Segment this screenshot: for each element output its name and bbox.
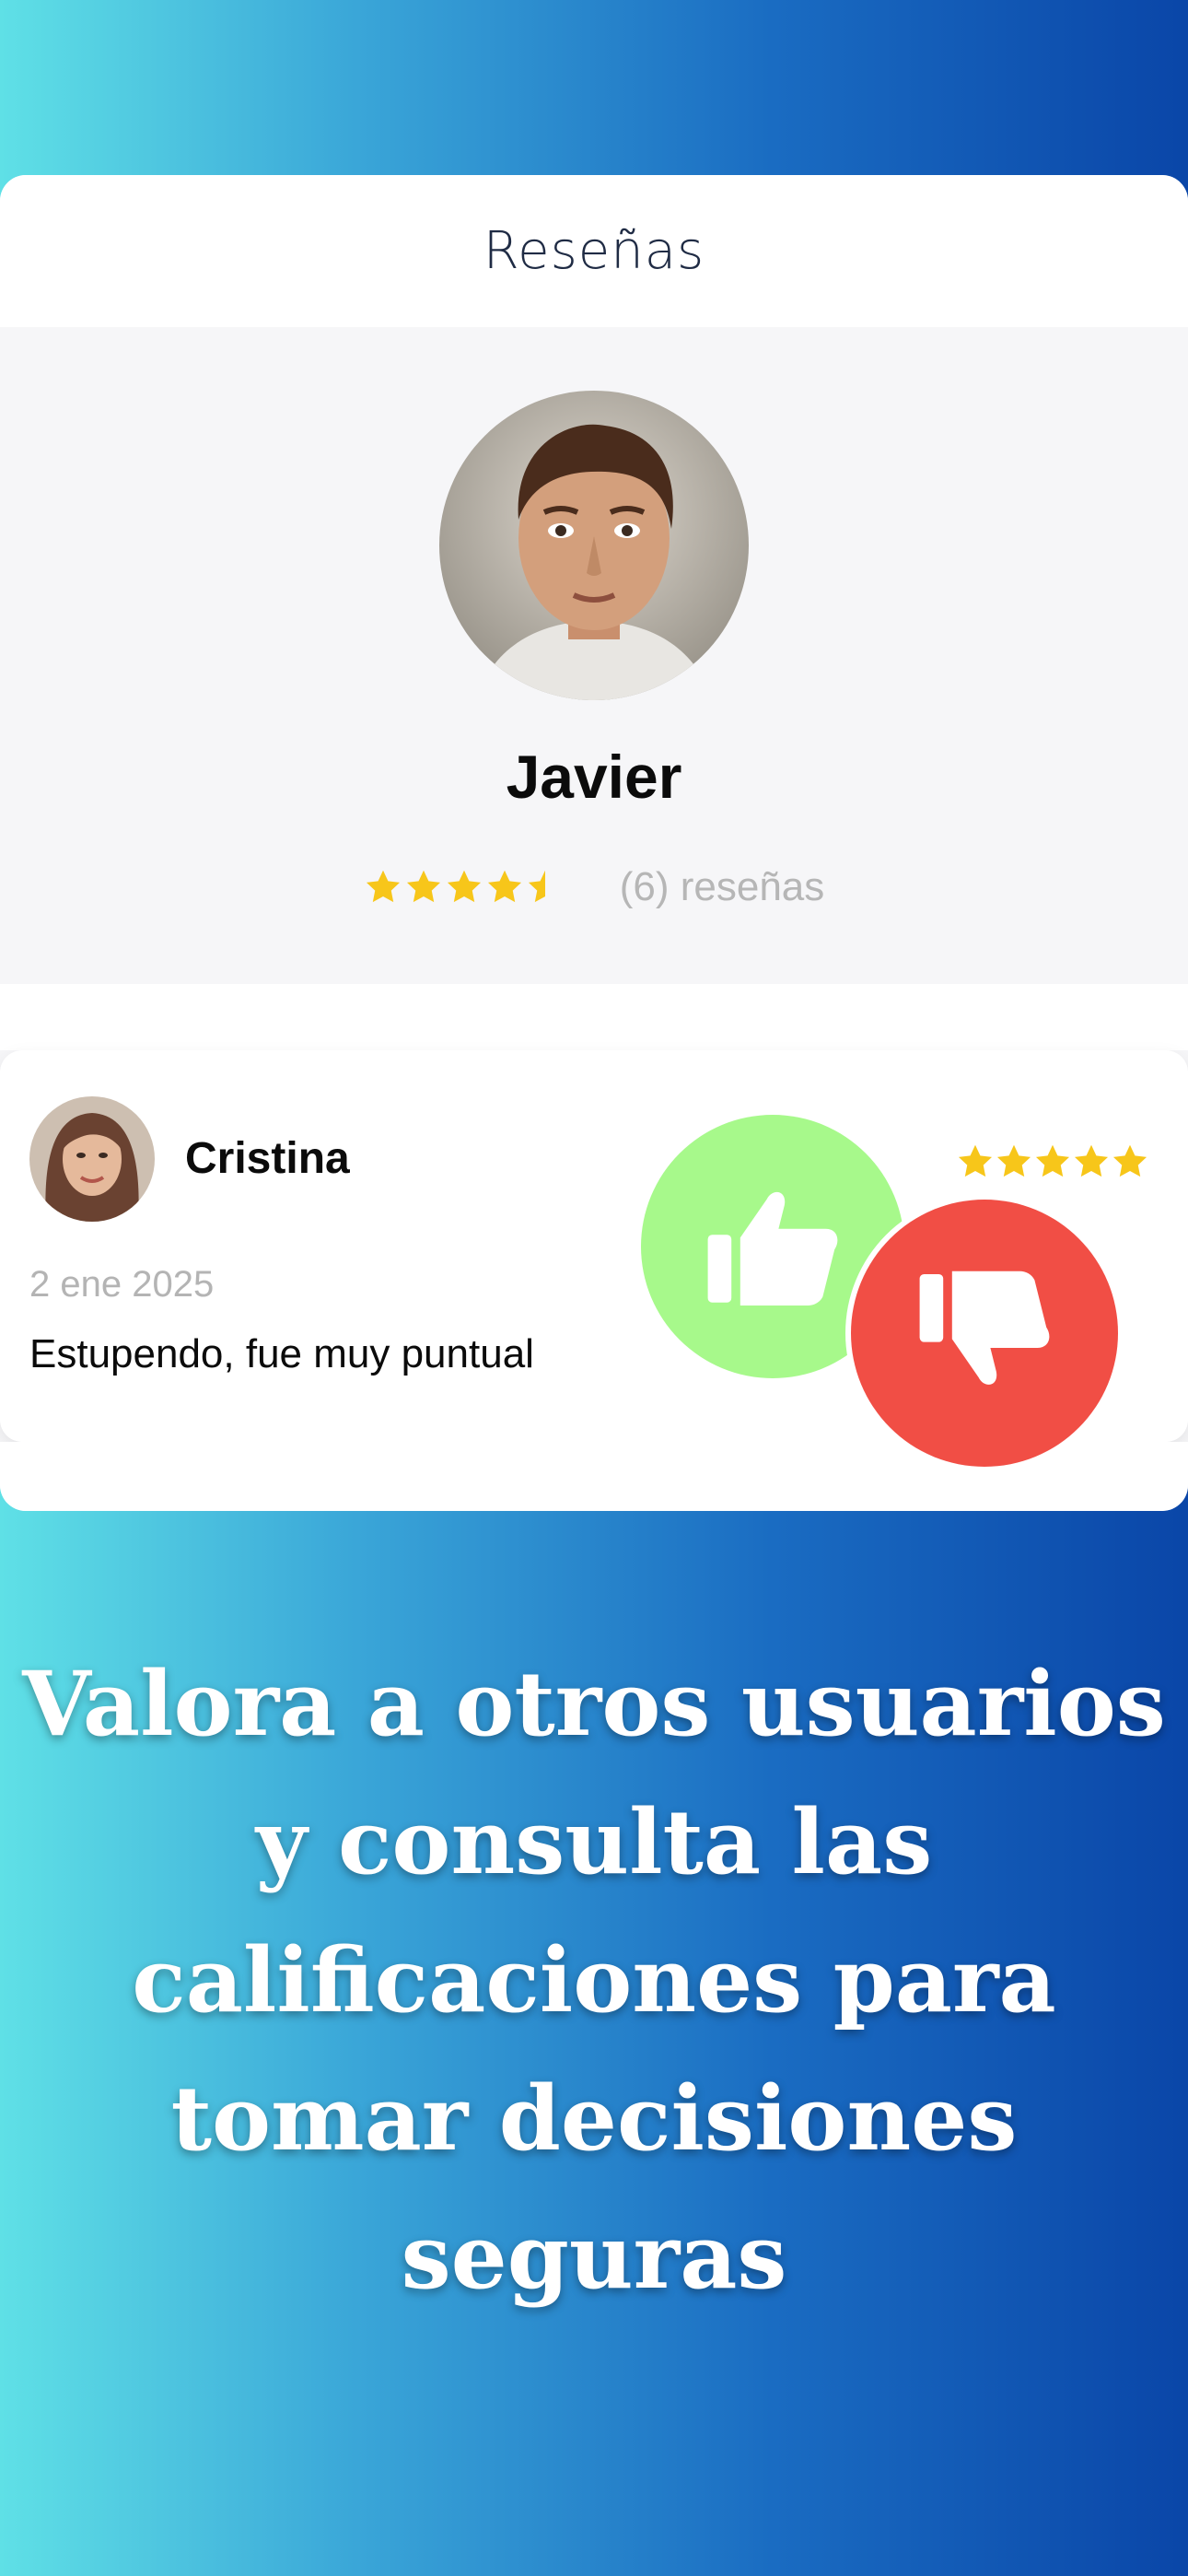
profile-rating-star-icon xyxy=(406,870,440,903)
review-rating-star-icon xyxy=(1112,1144,1147,1177)
review-rating-star-icon xyxy=(1074,1144,1109,1177)
profile-rating-row: (6) reseñas xyxy=(0,864,1188,910)
thumbs-up-icon xyxy=(707,1191,838,1306)
reviews-header: Reseñas xyxy=(0,175,1188,327)
profile-avatar xyxy=(439,391,749,700)
review-rating-star-icon xyxy=(1035,1144,1070,1177)
review-rating-stars xyxy=(956,1142,1149,1181)
review-text: Estupendo, fue muy puntual xyxy=(29,1331,534,1376)
dislike-button[interactable] xyxy=(851,1200,1118,1467)
profile-rating-star-icon xyxy=(528,870,545,903)
profile-rating-stars xyxy=(364,868,565,907)
review-rating-star-icon xyxy=(958,1144,993,1177)
profile-rating-star-icon xyxy=(487,870,521,903)
tagline: Valora a otros usuarios y consulta las c… xyxy=(22,1652,1166,2309)
profile-rating-star-icon xyxy=(447,870,481,903)
divider xyxy=(0,984,1188,1050)
review-date: 2 ene 2025 xyxy=(29,1264,215,1305)
reviewer-name: Cristina xyxy=(185,1134,350,1183)
review-count[interactable]: (6) reseñas xyxy=(620,864,825,910)
page-title: Reseñas xyxy=(483,221,705,281)
profile-name: Javier xyxy=(506,743,682,811)
review-rating-star-icon xyxy=(996,1144,1031,1177)
thumbs-down-icon xyxy=(919,1270,1050,1385)
reviewer-avatar xyxy=(29,1096,155,1222)
profile-rating-star-icon xyxy=(366,870,400,903)
